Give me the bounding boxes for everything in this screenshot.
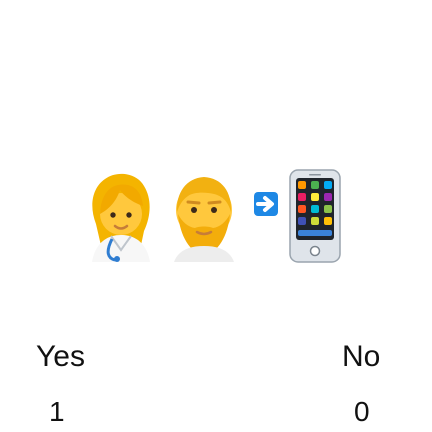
bearded-man-icon <box>174 177 234 262</box>
yes-option-label: Yes <box>36 340 85 373</box>
no-option-value: 0 <box>354 396 370 427</box>
mobile-phone-icon <box>289 169 341 263</box>
yes-option-value: 1 <box>49 396 65 427</box>
no-option-label: No <box>342 340 381 373</box>
poll-canvas: Yes 1 No 0 <box>0 0 432 432</box>
right-arrow-icon <box>254 192 278 216</box>
woman-health-worker-icon <box>92 173 150 262</box>
emoji-row <box>70 168 362 268</box>
